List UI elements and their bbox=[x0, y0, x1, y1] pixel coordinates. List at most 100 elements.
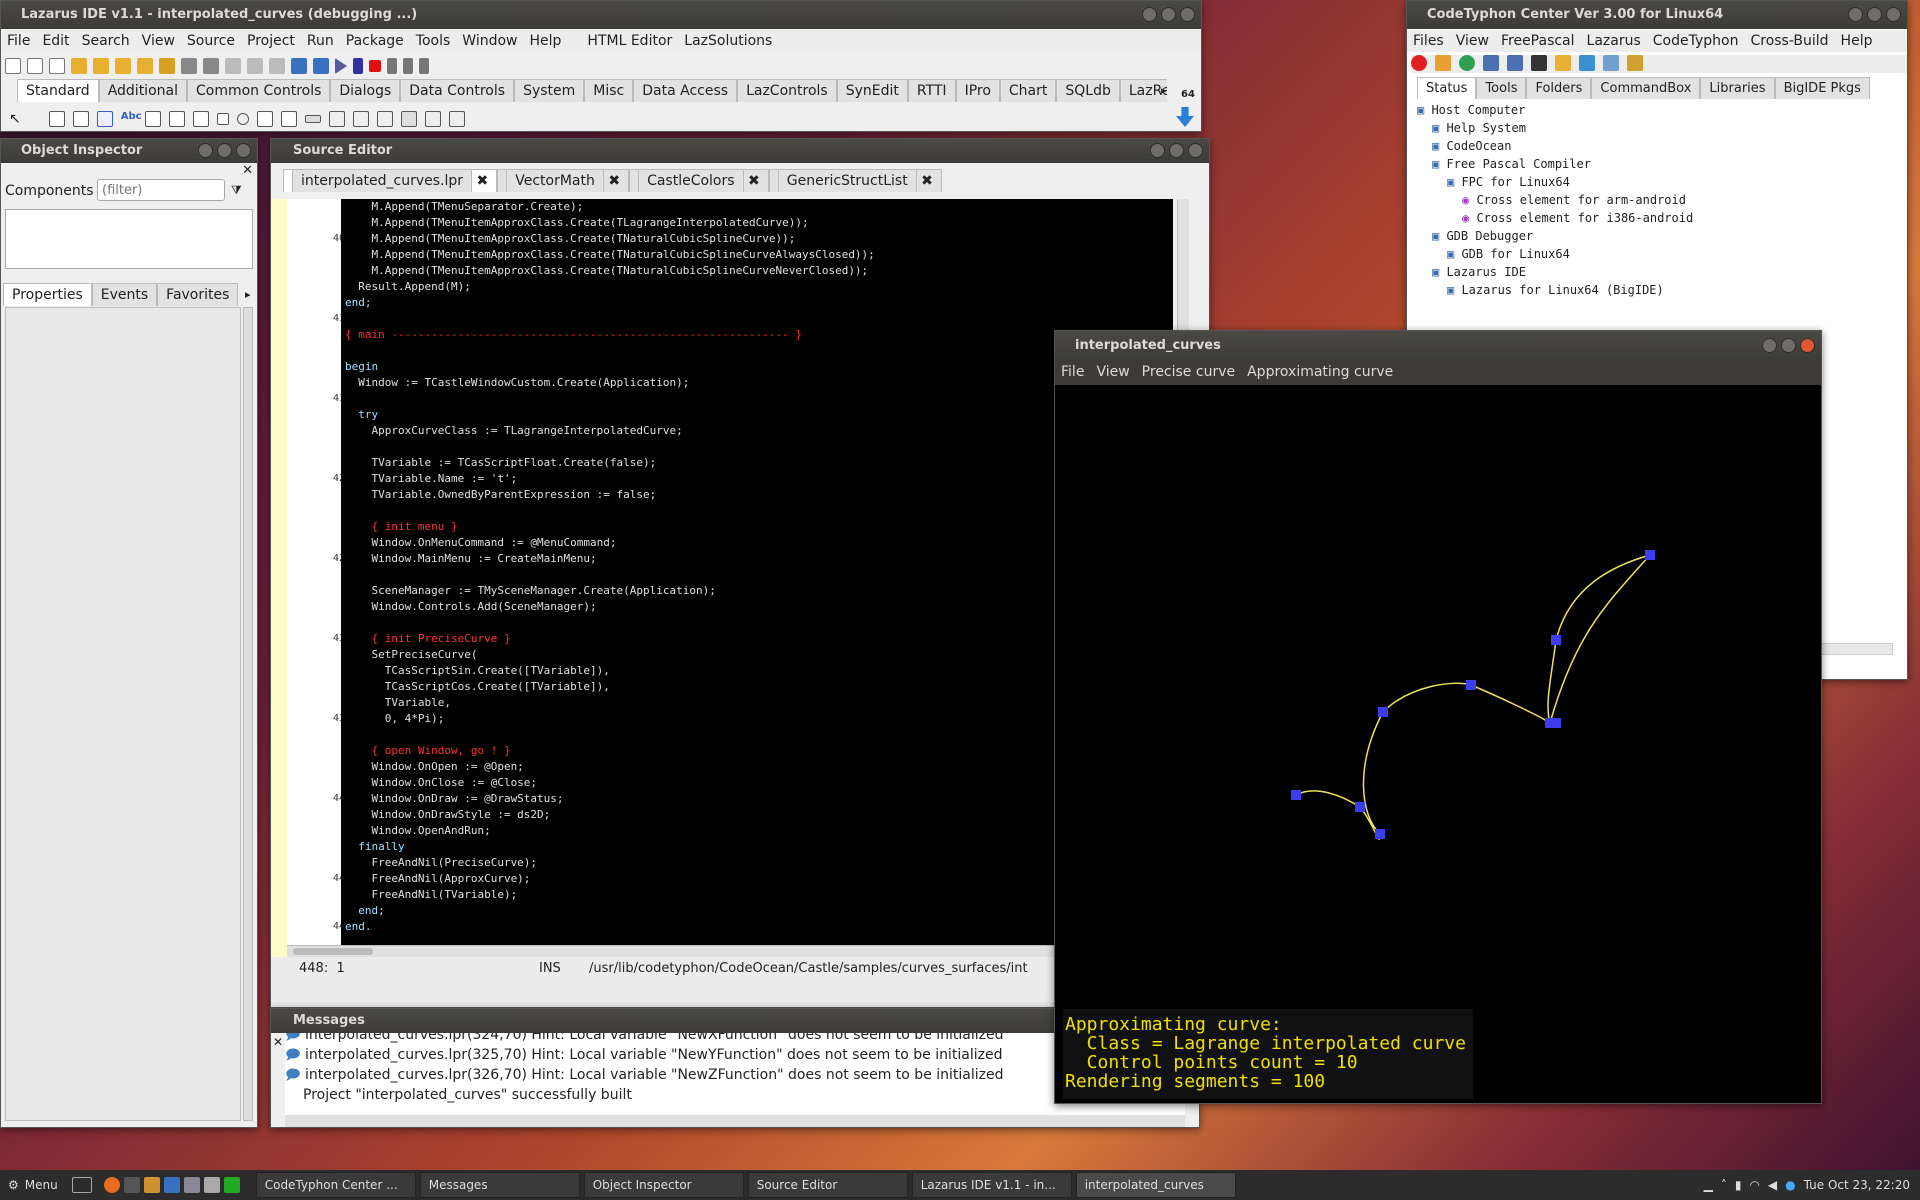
code-line[interactable]: finally bbox=[345, 839, 1173, 855]
message-item[interactable]: 🗩 interpolated_curves.lpr(324,70) Hint: … bbox=[285, 1033, 1185, 1045]
firefox-icon[interactable] bbox=[103, 1177, 120, 1193]
compile-icon[interactable] bbox=[313, 58, 329, 74]
folder-icon[interactable] bbox=[1555, 55, 1571, 71]
menu-tools[interactable]: Tools bbox=[410, 30, 457, 52]
tlistbox-icon[interactable] bbox=[256, 111, 273, 127]
code-line[interactable]: FreeAndNil(TVariable); bbox=[345, 887, 1173, 903]
taskbar-object-inspector[interactable]: Object Inspector bbox=[583, 1172, 744, 1198]
ct-menu-lazarus[interactable]: Lazarus bbox=[1581, 30, 1647, 52]
app-menu-file[interactable]: File bbox=[1055, 361, 1090, 385]
taskbar-interpolated-curves[interactable]: interpolated_curves bbox=[1075, 1172, 1236, 1198]
code-line[interactable]: Result.Append(M); bbox=[345, 279, 1173, 295]
tree-node[interactable]: ▣ Lazarus IDE bbox=[1413, 263, 1893, 281]
palette-tab-common-controls[interactable]: Common Controls bbox=[186, 79, 331, 102]
monitor-icon[interactable] bbox=[223, 1177, 240, 1193]
code-line[interactable]: end. bbox=[345, 919, 1173, 935]
tmainmenu-icon[interactable] bbox=[48, 111, 65, 127]
inspector-title-bar[interactable]: Object Inspector bbox=[1, 139, 257, 163]
open-recent-icon[interactable] bbox=[93, 58, 109, 74]
editor-hscrollbar[interactable] bbox=[287, 945, 1177, 957]
code-line[interactable]: ApproxCurveClass := TLagrangeInterpolate… bbox=[345, 423, 1173, 439]
code-line[interactable]: Window.OnDrawStyle := ds2D; bbox=[345, 807, 1173, 823]
code-line[interactable] bbox=[345, 935, 1173, 945]
ct-menu-view[interactable]: View bbox=[1450, 30, 1495, 52]
tree-node[interactable]: ▣ FPC for Linux64 bbox=[1413, 173, 1893, 191]
code-line[interactable]: { main ---------------------------------… bbox=[345, 327, 1173, 343]
start-menu-button[interactable]: Menu bbox=[25, 1178, 58, 1192]
settings-icon[interactable] bbox=[183, 1177, 200, 1193]
code-line[interactable]: begin bbox=[345, 359, 1173, 375]
copy-icon[interactable] bbox=[1483, 55, 1499, 71]
code-line[interactable]: try bbox=[345, 407, 1173, 423]
component-tree[interactable] bbox=[5, 209, 253, 269]
code-line[interactable]: TVariable := TCasScriptFloat.Create(fals… bbox=[345, 455, 1173, 471]
menu-help[interactable]: Help bbox=[524, 30, 568, 52]
ttogglebox-icon[interactable] bbox=[192, 111, 209, 127]
code-line[interactable]: { open Window, go ! } bbox=[345, 743, 1173, 759]
code-line[interactable] bbox=[345, 391, 1173, 407]
taskbar-codetyphon[interactable]: CodeTyphon Center ... bbox=[255, 1172, 416, 1198]
menu-view[interactable]: View bbox=[136, 30, 181, 52]
code-line[interactable]: Window.OnDraw := @DrawStatus; bbox=[345, 791, 1173, 807]
open-project-icon[interactable] bbox=[137, 58, 153, 74]
maximize-button[interactable] bbox=[1867, 7, 1882, 22]
step-into-icon[interactable] bbox=[387, 58, 397, 74]
message-item[interactable]: 🗩 interpolated_curves.lpr(325,70) Hint: … bbox=[285, 1045, 1185, 1065]
ct-tab-tools[interactable]: Tools bbox=[1476, 77, 1527, 99]
stop-icon[interactable] bbox=[369, 60, 381, 72]
code-line[interactable]: FreeAndNil(PreciseCurve); bbox=[345, 855, 1173, 871]
minimize-button[interactable] bbox=[1848, 7, 1863, 22]
close-tab-icon[interactable]: ✖ bbox=[477, 173, 489, 189]
minimize-button[interactable] bbox=[198, 143, 213, 158]
volume-icon[interactable]: ◀ bbox=[1768, 1178, 1777, 1192]
tcheckgroup-icon[interactable] bbox=[376, 111, 393, 127]
lazarus-title-bar[interactable]: Lazarus IDE v1.1 - interpolated_curves (… bbox=[1, 1, 1201, 29]
code-line[interactable]: { init PreciseCurve } bbox=[345, 631, 1173, 647]
new-form-icon[interactable] bbox=[27, 58, 43, 74]
messages-list[interactable]: 🗩 interpolated_curves.lpr(324,70) Hint: … bbox=[285, 1033, 1185, 1115]
palette-tab-additional[interactable]: Additional bbox=[98, 79, 187, 102]
close-button[interactable] bbox=[1188, 143, 1203, 158]
tedit-icon[interactable] bbox=[144, 111, 161, 127]
code-line[interactable]: Window.OnMenuCommand := @MenuCommand; bbox=[345, 535, 1173, 551]
palette-tab-lazreport[interactable]: LazReport bbox=[1119, 79, 1167, 102]
palette-tab-dialogs[interactable]: Dialogs bbox=[330, 79, 401, 102]
code-line[interactable]: 0, 4*Pi); bbox=[345, 711, 1173, 727]
palette-tab-data-access[interactable]: Data Access bbox=[633, 79, 738, 102]
copy-all-icon[interactable] bbox=[1507, 55, 1523, 71]
property-grid[interactable] bbox=[5, 307, 241, 1121]
control-point[interactable] bbox=[1645, 550, 1655, 560]
close-button[interactable] bbox=[1800, 338, 1815, 353]
download-icon[interactable] bbox=[1435, 55, 1451, 71]
message-item[interactable]: 🗩 interpolated_curves.lpr(326,70) Hint: … bbox=[285, 1065, 1185, 1085]
tpanel-icon[interactable] bbox=[400, 111, 417, 127]
network-icon[interactable]: ▁ bbox=[1704, 1178, 1713, 1192]
tree-node[interactable]: ▣ GDB for Linux64 bbox=[1413, 245, 1893, 263]
palette-tab-standard[interactable]: Standard bbox=[17, 79, 99, 102]
control-point[interactable] bbox=[1551, 635, 1561, 645]
code-line[interactable]: { init menu } bbox=[345, 519, 1173, 535]
property-grid-scrollbar[interactable] bbox=[243, 307, 253, 1121]
code-line[interactable]: Window.OnClose := @Close; bbox=[345, 775, 1173, 791]
minimize-button[interactable] bbox=[1762, 338, 1777, 353]
battery-icon[interactable]: ▮ bbox=[1735, 1178, 1742, 1192]
control-point[interactable] bbox=[1466, 680, 1476, 690]
ct-menu-freepascal[interactable]: FreePascal bbox=[1495, 30, 1581, 52]
code-line[interactable]: Window.OpenAndRun; bbox=[345, 823, 1173, 839]
palette-scroll-right-icon[interactable]: ▸ bbox=[1161, 84, 1167, 97]
stop-icon[interactable] bbox=[1411, 55, 1427, 71]
code-line[interactable]: Window := TCastleWindowCustom.Create(App… bbox=[345, 375, 1173, 391]
palette-tab-rtti[interactable]: RTTI bbox=[907, 79, 956, 102]
ct-menu-files[interactable]: Files bbox=[1407, 30, 1450, 52]
tframe-icon[interactable] bbox=[424, 111, 441, 127]
code-line[interactable]: M.Append(TMenuItemApproxClass.Create(TNa… bbox=[345, 247, 1173, 263]
code-line[interactable]: M.Append(TMenuSeparator.Create); bbox=[345, 199, 1173, 215]
tab-scroll-right-icon[interactable]: ▸ bbox=[245, 288, 251, 301]
hscroll-thumb[interactable] bbox=[293, 948, 373, 955]
clock[interactable]: Tue Oct 23, 22:20 bbox=[1804, 1178, 1910, 1192]
ct-menu-codetyphon[interactable]: CodeTyphon bbox=[1647, 30, 1745, 52]
taskbar-source-editor[interactable]: Source Editor bbox=[747, 1172, 908, 1198]
code-line[interactable]: FreeAndNil(ApproxCurve); bbox=[345, 871, 1173, 887]
close-button[interactable] bbox=[1180, 7, 1195, 22]
tab-events[interactable]: Events bbox=[91, 283, 158, 306]
